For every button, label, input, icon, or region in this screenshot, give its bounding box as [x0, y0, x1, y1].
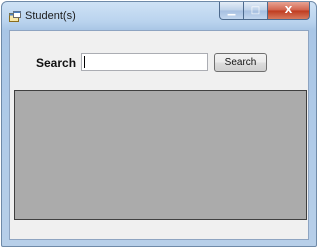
minimize-button[interactable]: ▁ [219, 2, 244, 20]
student-window: Student(s) ▁ □ X Search Search [1, 1, 317, 247]
close-icon: X [284, 5, 293, 16]
search-input[interactable] [81, 53, 208, 71]
text-caret [84, 56, 85, 68]
close-button[interactable]: X [268, 2, 310, 20]
app-window-icon [9, 11, 21, 22]
form-client-area: Search Search [9, 30, 309, 240]
title-bar[interactable]: Student(s) ▁ □ X [2, 2, 316, 30]
minimize-icon: ▁ [227, 5, 236, 16]
caption-buttons: ▁ □ X [219, 2, 310, 22]
search-button[interactable]: Search [214, 53, 267, 72]
maximize-button[interactable]: □ [244, 2, 268, 20]
window-title: Student(s) [25, 10, 76, 22]
results-grid[interactable] [14, 90, 307, 220]
search-label: Search [36, 56, 77, 70]
maximize-icon: □ [250, 5, 261, 16]
